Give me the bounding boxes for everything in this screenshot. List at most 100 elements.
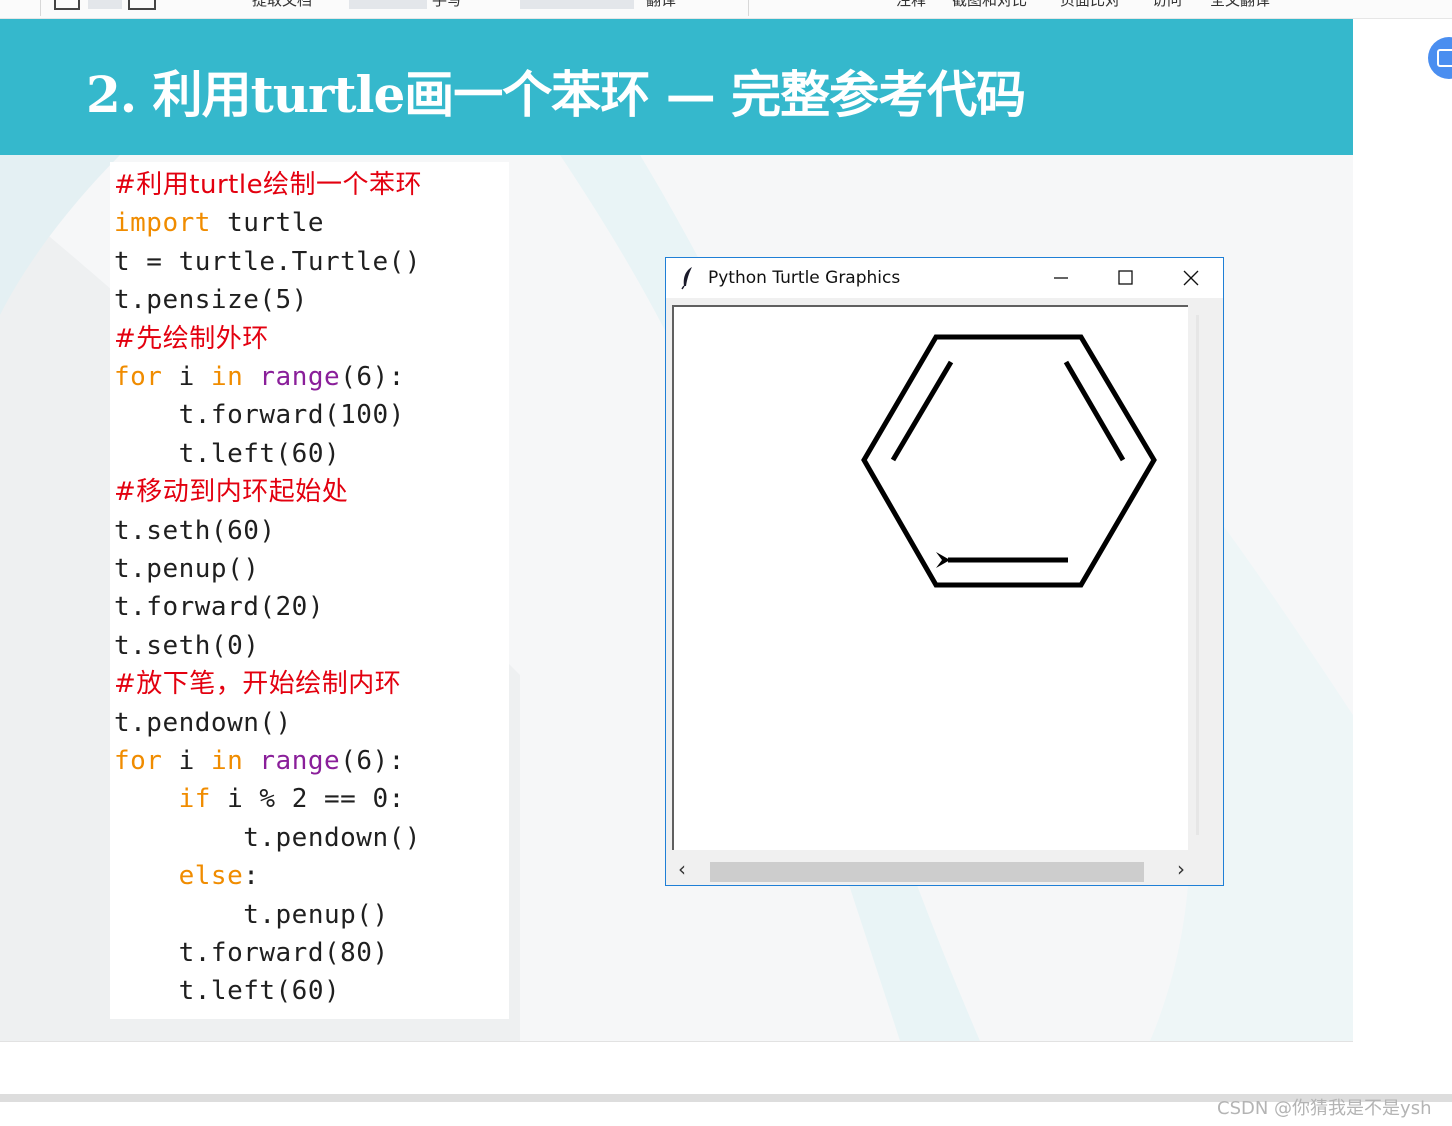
- turtle-graphics-window: Python Turtle Graphics ‹ ›: [665, 257, 1224, 886]
- code-token: #放下笔，开始绘制内环: [114, 669, 402, 700]
- code-line: import turtle: [114, 206, 324, 240]
- toolbar-separator: [40, 0, 41, 16]
- code-token: (6):: [340, 746, 405, 776]
- code-token: import: [114, 208, 211, 239]
- code-token: in: [210, 362, 244, 392]
- code-token: #先绘制外环: [114, 323, 269, 354]
- code-token: t.pendown(): [114, 707, 292, 738]
- code-panel: #利用turtle绘制一个苯环 import turtle t = turtle.T…: [110, 162, 509, 1019]
- code-token: t.seth(60): [114, 515, 276, 546]
- close-button[interactable]: [1160, 258, 1222, 298]
- code-token: range: [259, 746, 341, 776]
- close-icon: [1183, 270, 1199, 286]
- toolbar-separator: [748, 0, 749, 16]
- minimize-icon: [1054, 277, 1068, 279]
- code-line: t.pendown(): [114, 706, 292, 740]
- slide: 2. 利用turtle画一个苯环 — 完整参考代码 #利用turtle绘制一个苯…: [0, 19, 1353, 1041]
- code-token: range: [259, 362, 341, 392]
- vertical-scrollbar[interactable]: [1190, 307, 1216, 850]
- benzene-ring-drawing: [861, 334, 1157, 588]
- code-line: t.left(60): [114, 974, 340, 1008]
- code-token: #移动到内环起始处: [114, 477, 349, 508]
- code-line: #移动到内环起始处: [114, 475, 348, 509]
- code-token: t.penup(): [114, 899, 389, 930]
- toolbar-item-highlighted[interactable]: [349, 0, 427, 9]
- code-token: i: [162, 362, 211, 392]
- translate-icon: [1437, 49, 1452, 67]
- code-token: t.seth(0): [114, 630, 260, 661]
- vertical-scrollbar-track: [1196, 315, 1199, 835]
- code-line: t.seth(0): [114, 629, 259, 663]
- code-line: t.left(60): [114, 437, 340, 471]
- toolbar-item-highlighted-2[interactable]: [520, 0, 634, 9]
- turtle-canvas[interactable]: [672, 305, 1188, 850]
- toolbar-view-icon[interactable]: [88, 0, 122, 9]
- horizontal-scrollbar[interactable]: ‹ ›: [672, 857, 1190, 882]
- toolbar-menu-compare[interactable]: 截图和对比: [952, 0, 1027, 9]
- code-token: for: [114, 746, 163, 776]
- code-line: t.forward(20): [114, 590, 324, 624]
- code-line: #放下笔，开始绘制内环: [114, 667, 401, 701]
- toolbar-item-extract[interactable]: 提取文档: [252, 0, 312, 9]
- scroll-left-icon[interactable]: ‹: [678, 857, 686, 881]
- code-line: for i in range(6):: [114, 744, 405, 778]
- code-line: #先绘制外环: [114, 322, 269, 356]
- feather-icon: [681, 267, 692, 290]
- code-token: :: [243, 861, 260, 892]
- toolbar-item-handwrite[interactable]: 手写: [432, 0, 462, 9]
- floating-translate-button[interactable]: [1428, 37, 1452, 79]
- code-token: t.pensize(5): [114, 285, 308, 316]
- code-token: for: [114, 362, 163, 392]
- toolbar-item-translate[interactable]: 翻译: [646, 0, 676, 9]
- turtle-cursor-icon: [936, 552, 950, 568]
- code-line: t.forward(100): [114, 398, 405, 432]
- window-title: Python Turtle Graphics: [708, 268, 901, 288]
- window-titlebar[interactable]: Python Turtle Graphics: [666, 258, 1223, 298]
- code-token: in: [210, 746, 244, 776]
- toolbar-menu-access[interactable]: 访问: [1152, 0, 1182, 9]
- code-token: turtle: [210, 208, 324, 239]
- code-line: t.seth(60): [114, 514, 276, 548]
- code-token: i: [162, 746, 211, 776]
- code-token: t.forward(100): [114, 400, 405, 431]
- horizontal-scrollbar-thumb[interactable]: [710, 862, 1144, 882]
- code-line: t = turtle.Turtle(): [114, 245, 421, 279]
- code-line: if i % 2 == 0:: [114, 782, 405, 816]
- code-token: i % 2 == 0:: [210, 784, 405, 815]
- minimize-button[interactable]: [1030, 258, 1092, 298]
- code-token: t.pendown(): [114, 822, 421, 853]
- toolbar-menu-fulltranslate[interactable]: 全文翻译: [1210, 0, 1270, 9]
- code-token: if: [178, 784, 211, 815]
- scroll-right-icon[interactable]: ›: [1177, 857, 1185, 881]
- code-line: #利用turtle绘制一个苯环: [114, 168, 422, 202]
- slide-bottom-border: [0, 1041, 1353, 1042]
- code-line: for i in range(6):: [114, 360, 405, 394]
- toolbar-rotate-icon[interactable]: [128, 0, 156, 10]
- toolbar-page-icon[interactable]: [54, 0, 80, 10]
- code-token: (6):: [340, 362, 405, 392]
- maximize-button[interactable]: [1094, 258, 1156, 298]
- code-line: t.penup(): [114, 552, 259, 586]
- code-line: t.pensize(5): [114, 283, 308, 317]
- toolbar-menu-page[interactable]: 页面比对: [1060, 0, 1120, 9]
- code-token: #利用turtle绘制一个苯环: [114, 170, 423, 200]
- code-token: t = turtle.Turtle(): [114, 246, 421, 277]
- maximize-icon: [1118, 270, 1133, 285]
- slide-title: 2. 利用turtle画一个苯环 — 完整参考代码: [86, 65, 1026, 124]
- code-line: else:: [114, 859, 259, 893]
- code-token: else: [178, 861, 244, 892]
- code-token: t.left(60): [114, 438, 341, 469]
- code-token: t.forward(80): [114, 938, 389, 968]
- code-token: t.penup(): [114, 554, 260, 584]
- toolbar-menu-annotate[interactable]: 注释: [896, 0, 926, 9]
- top-toolbar: 提取文档 手写 翻译 注释 截图和对比 页面比对 访问 全文翻译: [0, 0, 1452, 19]
- code-line: t.forward(80): [114, 936, 389, 970]
- code-line: t.pendown(): [114, 821, 421, 855]
- slide-header-band: 2. 利用turtle画一个苯环 — 完整参考代码: [0, 19, 1353, 155]
- code-line: t.penup(): [114, 898, 389, 932]
- code-token: t.forward(20): [114, 592, 324, 623]
